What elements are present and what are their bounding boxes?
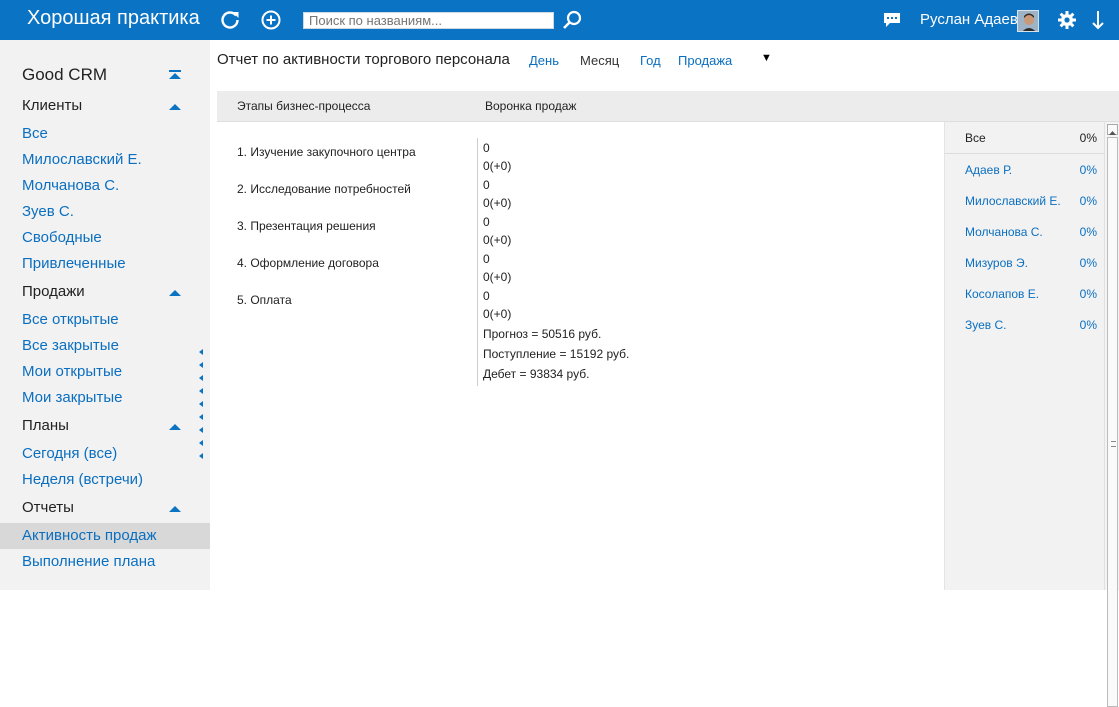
stage-row: 4. Оформление договора — [237, 256, 379, 270]
user-name[interactable]: Руслан Адаев — [920, 11, 1018, 28]
stage-delta: 0(+0) — [483, 159, 512, 173]
person-pct: 0% — [1079, 225, 1097, 239]
sidebar-item-plan-execution[interactable]: Выполнение плана — [0, 549, 210, 575]
stage-count: 0 — [483, 215, 490, 229]
stage-row: 1. Изучение закупочного центра — [237, 145, 416, 159]
list-item[interactable]: Мизуров Э. 0% — [945, 247, 1105, 278]
chevron-up-icon[interactable] — [168, 413, 182, 439]
person-name[interactable]: Милославский Е. — [965, 194, 1061, 208]
stage-delta: 0(+0) — [483, 270, 512, 284]
add-circle-icon[interactable] — [260, 9, 282, 31]
forecast-total: Прогноз = 50516 руб. — [483, 327, 602, 341]
list-item[interactable]: Адаев Р. 0% — [945, 154, 1105, 185]
sidebar-section-reports[interactable]: Отчеты — [0, 495, 210, 521]
filter-month[interactable]: Месяц — [580, 53, 619, 68]
stage-delta: 0(+0) — [483, 307, 512, 321]
sidebar-item-sales-activity[interactable]: Активность продаж — [0, 523, 210, 549]
list-item[interactable]: Милославский Е. 0% — [945, 185, 1105, 216]
collapse-all-icon[interactable] — [168, 62, 182, 88]
avatar-image — [1018, 11, 1038, 31]
section-label: Продажи — [22, 283, 85, 300]
person-name[interactable]: Косолапов Е. — [965, 287, 1039, 301]
person-name[interactable]: Зуев С. — [965, 318, 1007, 332]
list-item[interactable]: Косолапов Е. 0% — [945, 278, 1105, 309]
sidebar-item-zuev[interactable]: Зуев С. — [0, 199, 210, 225]
sidebar-item-my-closed[interactable]: Мои закрытые — [0, 385, 210, 411]
list-item[interactable]: Зуев С. 0% — [945, 309, 1105, 340]
chevron-up-icon[interactable] — [168, 93, 182, 119]
person-name[interactable]: Молчанова С. — [965, 225, 1043, 239]
scroll-grip — [1111, 441, 1116, 447]
sidebar-item-clients-all[interactable]: Все — [0, 121, 210, 147]
scroll-up-button[interactable] — [1107, 124, 1118, 135]
panel-all-row[interactable]: Все 0% — [945, 122, 1105, 154]
refresh-icon[interactable] — [219, 9, 241, 31]
person-pct: 0% — [1079, 194, 1097, 208]
report-title: Отчет по активности торгового персонала — [217, 51, 510, 68]
sidebar-item-free[interactable]: Свободные — [0, 225, 210, 251]
sidebar-item-attracted[interactable]: Привлеченные — [0, 251, 210, 277]
search-icon[interactable] — [561, 9, 583, 31]
sidebar-section-plans[interactable]: Планы — [0, 413, 210, 439]
chat-icon[interactable] — [883, 11, 901, 29]
sidebar: Good CRM Клиенты Все Милославский Е. Мол… — [0, 40, 210, 590]
type-dropdown-caret-icon[interactable]: ▼ — [761, 52, 772, 64]
collapse-sidebar-handle-icon[interactable] — [197, 348, 205, 468]
sidebar-title[interactable]: Good CRM — [0, 62, 210, 88]
filter-type[interactable]: Продажа — [678, 53, 732, 68]
stage-count: 0 — [483, 252, 490, 266]
sidebar-item-week[interactable]: Неделя (встречи) — [0, 467, 210, 493]
person-pct: 0% — [1079, 256, 1097, 270]
stage-delta: 0(+0) — [483, 233, 512, 247]
top-bar: Хорошая практика Руслан Адаев — [0, 0, 1119, 40]
sales-people-panel: Все 0% Адаев Р. 0% Милославский Е. 0% Мо… — [944, 122, 1105, 590]
sidebar-section-clients[interactable]: Клиенты — [0, 93, 210, 119]
scrollbar[interactable] — [1104, 122, 1119, 707]
section-label: Клиенты — [22, 97, 83, 114]
section-label: Планы — [22, 417, 69, 434]
chevron-up-icon[interactable] — [168, 495, 182, 521]
income-total: Поступление = 15192 руб. — [483, 347, 630, 361]
stage-count: 0 — [483, 141, 490, 155]
sidebar-item-molchanova[interactable]: Молчанова С. — [0, 173, 210, 199]
chevron-up-icon[interactable] — [168, 279, 182, 305]
sidebar-item-all-closed[interactable]: Все закрытые — [0, 333, 210, 359]
stage-delta: 0(+0) — [483, 196, 512, 210]
sidebar-section-sales[interactable]: Продажи — [0, 279, 210, 305]
app-brand[interactable]: Хорошая практика — [27, 7, 200, 30]
person-pct: 0% — [1079, 287, 1097, 301]
stage-count: 0 — [483, 289, 490, 303]
col-stages: Этапы бизнес-процесса — [237, 99, 371, 113]
funnel-divider — [477, 138, 478, 386]
panel-all-pct: 0% — [1079, 131, 1097, 145]
sidebar-item-my-open[interactable]: Мои открытые — [0, 359, 210, 385]
sidebar-item-miloslavsky[interactable]: Милославский Е. — [0, 147, 210, 173]
stage-row: 2. Исследование потребностей — [237, 182, 411, 196]
section-label: Отчеты — [22, 499, 74, 516]
sidebar-item-all-open[interactable]: Все открытые — [0, 307, 210, 333]
person-pct: 0% — [1079, 318, 1097, 332]
person-pct: 0% — [1079, 163, 1097, 177]
sidebar-title-label: Good CRM — [22, 65, 108, 84]
sidebar-item-today[interactable]: Сегодня (все) — [0, 441, 210, 467]
stage-row: 5. Оплата — [237, 293, 292, 307]
stage-row: 3. Презентация решения — [237, 219, 376, 233]
filter-day[interactable]: День — [529, 53, 559, 68]
scroll-thumb[interactable] — [1107, 137, 1118, 707]
filter-year[interactable]: Год — [640, 53, 661, 68]
list-item[interactable]: Молчанова С. 0% — [945, 216, 1105, 247]
debit-total: Дебет = 93834 руб. — [483, 367, 590, 381]
gear-icon[interactable] — [1056, 9, 1078, 31]
search-input[interactable] — [303, 12, 554, 29]
stage-count: 0 — [483, 178, 490, 192]
download-arrow-icon[interactable] — [1087, 9, 1109, 31]
person-name[interactable]: Мизуров Э. — [965, 256, 1028, 270]
avatar[interactable] — [1017, 10, 1039, 32]
person-name[interactable]: Адаев Р. — [965, 163, 1012, 177]
panel-all-label: Все — [965, 131, 986, 145]
table-header: Этапы бизнес-процесса Воронка продаж — [217, 91, 1119, 122]
col-funnel: Воронка продаж — [485, 99, 577, 113]
